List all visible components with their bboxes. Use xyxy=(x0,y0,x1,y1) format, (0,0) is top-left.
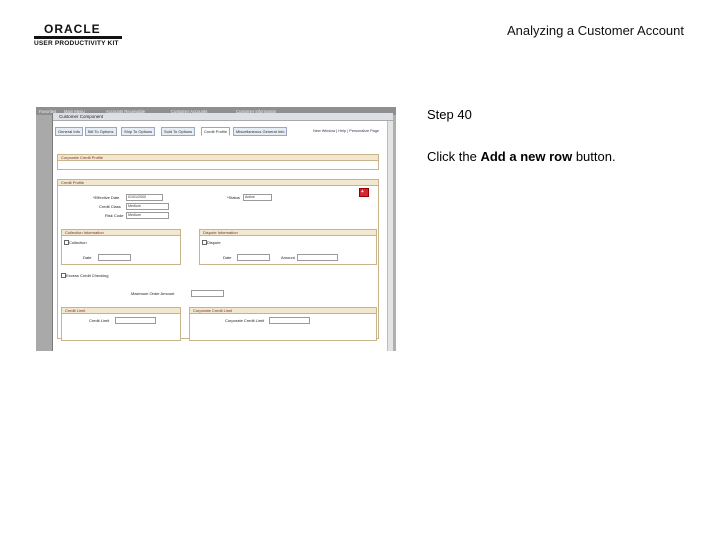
add-row-button[interactable]: + xyxy=(359,188,369,197)
step-instruction: Click the Add a new row button. xyxy=(427,149,616,164)
instruction-target: Add a new row xyxy=(480,149,573,164)
page-title: Analyzing a Customer Account xyxy=(506,23,684,38)
max-order-field[interactable] xyxy=(191,290,224,297)
section-header: Corporate Credit Limit xyxy=(190,308,376,314)
effective-date-label: *Effective Date xyxy=(93,195,120,200)
dispute-label: Dispute xyxy=(207,240,221,245)
collection-date-label: Date xyxy=(83,255,92,260)
credit-limit-label: Credit Limit xyxy=(89,318,110,323)
add-row-icon: + xyxy=(361,189,364,195)
collection-date-field[interactable] xyxy=(98,254,131,261)
tab-general-info[interactable]: General Info xyxy=(55,127,84,136)
risk-code-select[interactable]: Medium xyxy=(126,212,169,219)
logo-oracle-text: ORACLE xyxy=(44,22,101,36)
instruction-prefix: Click the xyxy=(427,149,481,164)
credit-limit-section: Credit Limit xyxy=(61,307,181,341)
corporate-credit-limit-section: Corporate Credit Limit xyxy=(189,307,377,341)
section-header: Dispute Information xyxy=(200,230,376,236)
section-header: Credit Limit xyxy=(62,308,180,314)
credit-limit-field[interactable] xyxy=(115,317,156,324)
tab-ship-to-options[interactable]: Ship To Options xyxy=(121,127,156,136)
logo-bar xyxy=(34,36,122,39)
oracle-upk-logo: ORACLE USER PRODUCTIVITY KIT xyxy=(34,22,124,48)
window-title: Customer Component xyxy=(59,114,104,119)
dispute-date-field[interactable] xyxy=(237,254,270,261)
tab-credit-profile[interactable]: Credit Profile xyxy=(201,127,231,136)
vertical-scrollbar[interactable] xyxy=(387,121,393,351)
effective-date-field[interactable]: 01/01/2000 xyxy=(126,194,163,201)
customer-component-window: Customer Component New Window | Help | P… xyxy=(52,113,393,351)
step-label: Step 40 xyxy=(427,107,472,122)
section-header: Credit Profile xyxy=(58,180,378,186)
instruction-suffix: button. xyxy=(572,149,616,164)
credit-class-label: Credit Class xyxy=(99,204,121,209)
tab-bill-to-options[interactable]: Bill To Options xyxy=(85,127,117,136)
tab-sold-to-options[interactable]: Sold To Options xyxy=(161,127,196,136)
max-order-label: Maximum Order Amount xyxy=(131,291,175,296)
tab-bar: General Info Bill To Options Ship To Opt… xyxy=(55,127,345,136)
application-screenshot: Favorites Main Menu Accounts Receivable … xyxy=(36,107,396,351)
corp-credit-limit-field[interactable] xyxy=(269,317,310,324)
status-select[interactable]: Active xyxy=(243,194,272,201)
tab-misc-general-info[interactable]: Miscellaneous General Info xyxy=(233,127,288,136)
credit-class-select[interactable]: Medium xyxy=(126,203,169,210)
window-title-bar: Customer Component xyxy=(53,113,393,121)
status-label: *Status xyxy=(227,195,240,200)
dispute-amount-label: Amount xyxy=(281,255,295,260)
dispute-date-label: Date xyxy=(223,255,232,260)
dispute-amount-field[interactable] xyxy=(297,254,338,261)
section-header: Collection Information xyxy=(62,230,180,236)
corp-credit-limit-label: Corporate Credit Limit xyxy=(225,318,265,323)
risk-code-label: Risk Code xyxy=(105,213,124,218)
section-header: Corporate Credit Profile xyxy=(58,155,378,161)
logo-subtext: USER PRODUCTIVITY KIT xyxy=(34,40,119,47)
screenshot-left-pane xyxy=(36,115,52,351)
collection-label: Collection xyxy=(69,240,87,245)
corporate-credit-profile-section: Corporate Credit Profile xyxy=(57,154,379,170)
excess-credit-label: Excess Credit Checking xyxy=(66,273,109,278)
